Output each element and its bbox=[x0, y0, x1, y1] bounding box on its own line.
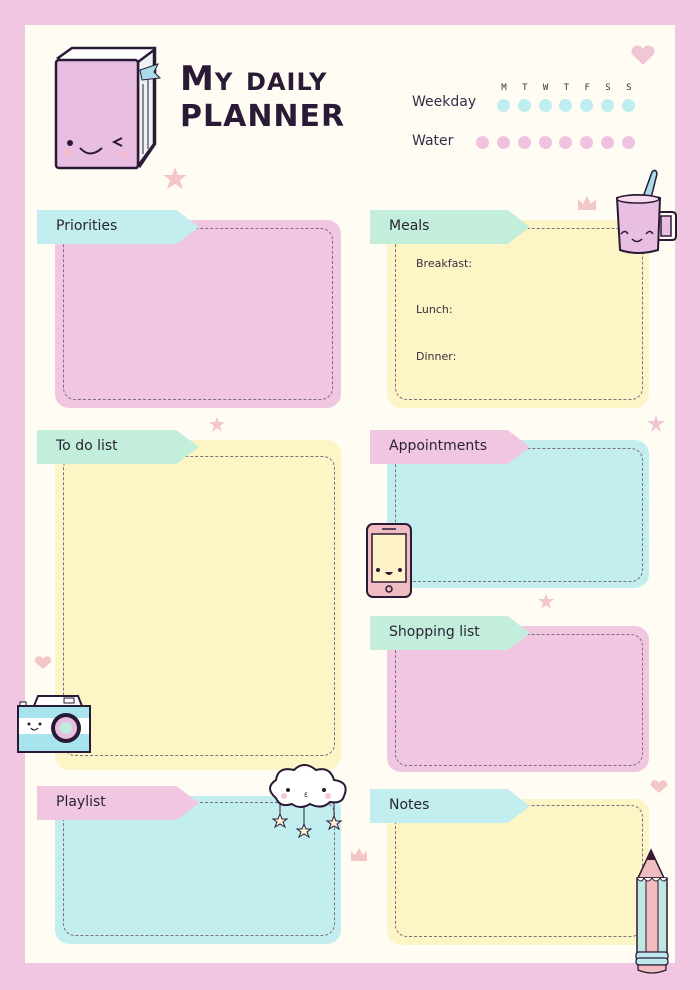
title-line-1: My daily bbox=[180, 59, 328, 99]
water-dot[interactable] bbox=[601, 136, 614, 149]
weekday-label: Weekday bbox=[412, 94, 477, 110]
priorities-label: Priorities bbox=[56, 218, 118, 234]
meals-label: Meals bbox=[389, 218, 430, 234]
star-icon bbox=[647, 415, 665, 432]
appointments-tab: Appointments bbox=[370, 430, 530, 464]
water-label: Water bbox=[412, 133, 454, 149]
breakfast-label: Breakfast: bbox=[416, 257, 473, 270]
book-icon bbox=[54, 46, 162, 170]
mug-icon bbox=[615, 169, 677, 254]
heart-icon bbox=[650, 780, 668, 793]
crown-icon bbox=[351, 848, 367, 861]
notes-writing-area[interactable] bbox=[395, 805, 643, 937]
water-dot[interactable] bbox=[517, 136, 531, 149]
star-icon bbox=[209, 417, 225, 432]
todo-writing-area[interactable] bbox=[63, 456, 335, 756]
weekday-day-label: S bbox=[605, 83, 611, 93]
cloud-icon: ε bbox=[269, 764, 347, 839]
weekday-day-label: S bbox=[626, 83, 632, 93]
weekday-dot[interactable] bbox=[621, 99, 635, 112]
crown-icon bbox=[578, 196, 596, 210]
priorities-tab: Priorities bbox=[37, 210, 199, 244]
heart-icon bbox=[34, 656, 52, 669]
star-icon bbox=[538, 594, 554, 609]
appointments-writing-area[interactable] bbox=[395, 448, 643, 582]
water-dot[interactable] bbox=[538, 136, 552, 149]
meals-tab: Meals bbox=[370, 210, 530, 244]
priorities-writing-area[interactable] bbox=[63, 228, 333, 400]
todo-tab: To do list bbox=[37, 430, 199, 464]
shopping-label: Shopping list bbox=[389, 624, 480, 640]
weekday-dot[interactable] bbox=[601, 99, 614, 112]
notes-label: Notes bbox=[389, 797, 430, 813]
weekday-dot[interactable] bbox=[517, 99, 531, 112]
pencil-icon bbox=[635, 848, 669, 974]
weekday-dot[interactable] bbox=[538, 99, 552, 112]
svg-text:ε: ε bbox=[304, 790, 308, 799]
playlist-tab: Playlist bbox=[37, 786, 199, 820]
playlist-label: Playlist bbox=[56, 794, 106, 810]
water-dot[interactable] bbox=[497, 136, 510, 149]
weekday-day-label: M bbox=[501, 83, 507, 93]
todo-label: To do list bbox=[56, 438, 118, 454]
weekday-day-label: W bbox=[542, 83, 549, 93]
heart-icon bbox=[631, 45, 655, 65]
shopping-tab: Shopping list bbox=[370, 616, 530, 650]
title-line-2: planner bbox=[180, 99, 346, 134]
weekday-dot[interactable] bbox=[497, 99, 510, 112]
notes-tab: Notes bbox=[370, 789, 530, 823]
star-icon bbox=[163, 167, 187, 189]
weekday-day-label: T bbox=[522, 83, 528, 93]
shopping-writing-area[interactable] bbox=[395, 634, 643, 766]
page-title: My daily planner bbox=[180, 60, 345, 136]
appointments-label: Appointments bbox=[389, 438, 488, 454]
weekday-day-label: F bbox=[584, 83, 590, 93]
dinner-label: Dinner: bbox=[416, 350, 457, 363]
phone-icon bbox=[366, 523, 412, 598]
weekday-day-label: T bbox=[563, 83, 570, 93]
lunch-label: Lunch: bbox=[416, 303, 453, 316]
camera-icon bbox=[17, 695, 91, 753]
water-dot[interactable] bbox=[621, 136, 635, 149]
